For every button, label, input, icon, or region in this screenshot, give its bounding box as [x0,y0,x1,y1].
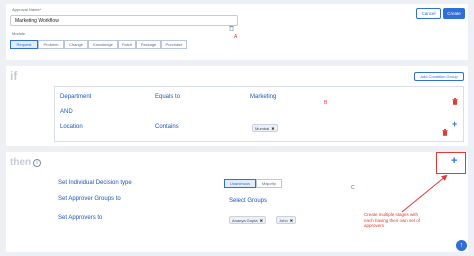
scroll-top-button[interactable]: ↑ [456,240,467,251]
annotation-text: Create multiple stages with each having … [364,212,421,228]
arrow-up-icon: ↑ [459,242,464,249]
